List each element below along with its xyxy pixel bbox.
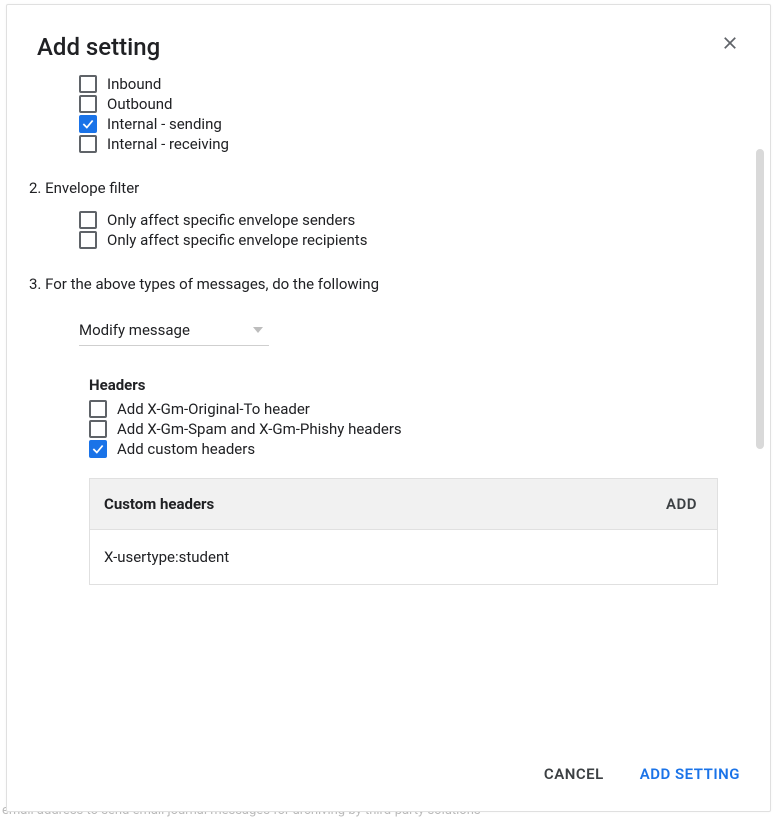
checkbox-label: Inbound — [107, 75, 161, 93]
checkbox-inbound[interactable]: Inbound — [79, 75, 718, 93]
checkbox-envelope-senders[interactable]: Only affect specific envelope senders — [79, 211, 718, 229]
scrollbar-thumb[interactable] — [756, 149, 764, 449]
add-header-button[interactable]: ADD — [666, 495, 697, 513]
close-button[interactable] — [718, 33, 742, 57]
checkbox-xgm-spam-phishy[interactable]: Add X-Gm-Spam and X-Gm-Phishy headers — [89, 420, 718, 438]
checkbox-label: Internal - sending — [107, 115, 222, 133]
add-setting-dialog: Add setting Inbound Outbound Int — [6, 4, 771, 812]
chevron-down-icon — [253, 327, 263, 333]
section-action-heading: 3. For the above types of messages, do t… — [29, 275, 718, 293]
headers-subheading: Headers — [89, 376, 718, 394]
checkbox-label: Add custom headers — [117, 440, 255, 458]
custom-headers-header: Custom headers ADD — [90, 479, 717, 530]
checkbox-label: Add X-Gm-Spam and X-Gm-Phishy headers — [117, 420, 402, 438]
checkbox-label: Outbound — [107, 95, 173, 113]
checkbox-icon — [79, 95, 97, 113]
headers-options-group: Add X-Gm-Original-To header Add X-Gm-Spa… — [89, 400, 718, 458]
checkbox-icon — [89, 400, 107, 418]
checkbox-icon — [89, 420, 107, 438]
checkbox-label: Only affect specific envelope senders — [107, 211, 355, 229]
checkbox-label: Add X-Gm-Original-To header — [117, 400, 310, 418]
custom-header-row[interactable]: X-usertype:student — [90, 530, 717, 584]
close-icon — [721, 34, 739, 57]
section-envelope-filter-heading: 2. Envelope filter — [29, 179, 718, 197]
checkbox-xgm-original-to[interactable]: Add X-Gm-Original-To header — [89, 400, 718, 418]
custom-headers-title: Custom headers — [104, 495, 214, 513]
add-setting-button[interactable]: ADD SETTING — [636, 759, 744, 789]
checkbox-icon — [89, 440, 107, 458]
custom-headers-table: Custom headers ADD X-usertype:student — [89, 478, 718, 585]
checkbox-icon — [79, 115, 97, 133]
checkbox-label: Internal - receiving — [107, 135, 229, 153]
checkbox-icon — [79, 211, 97, 229]
cancel-button[interactable]: CANCEL — [540, 759, 608, 789]
checkbox-icon — [79, 135, 97, 153]
action-select[interactable]: Modify message — [79, 315, 269, 346]
checkbox-add-custom-headers[interactable]: Add custom headers — [89, 440, 718, 458]
checkbox-icon — [79, 75, 97, 93]
checkbox-label: Only affect specific envelope recipients — [107, 231, 367, 249]
dialog-header: Add setting — [7, 5, 770, 71]
dialog-footer: CANCEL ADD SETTING — [7, 741, 770, 811]
checkbox-icon — [79, 231, 97, 249]
envelope-filter-group: Only affect specific envelope senders On… — [79, 211, 718, 249]
message-types-group: Inbound Outbound Internal - sending Inte… — [79, 75, 718, 153]
dialog-title: Add setting — [37, 33, 160, 61]
checkbox-internal-receiving[interactable]: Internal - receiving — [79, 135, 718, 153]
checkbox-outbound[interactable]: Outbound — [79, 95, 718, 113]
checkbox-internal-sending[interactable]: Internal - sending — [79, 115, 718, 133]
action-select-value: Modify message — [79, 321, 190, 339]
dialog-body: Inbound Outbound Internal - sending Inte… — [7, 71, 770, 741]
checkbox-envelope-recipients[interactable]: Only affect specific envelope recipients — [79, 231, 718, 249]
